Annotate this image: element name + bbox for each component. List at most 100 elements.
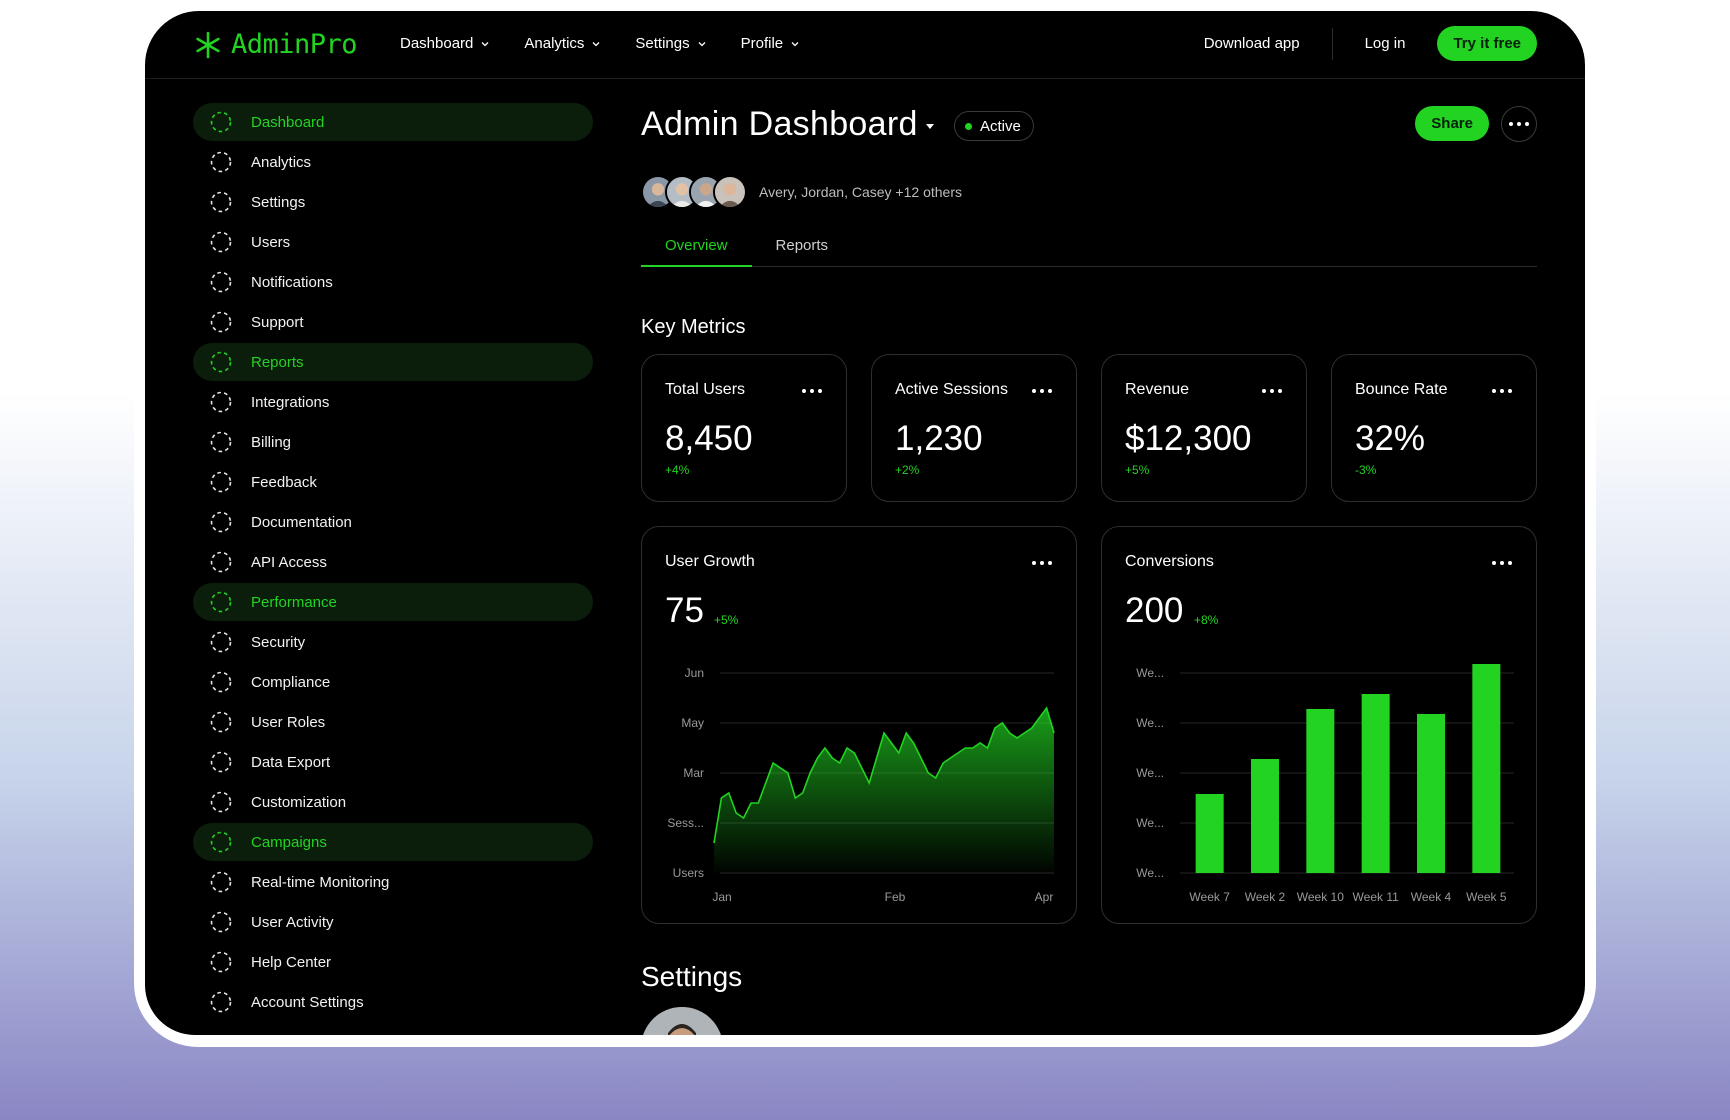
more-horizontal-icon[interactable] (1492, 389, 1512, 393)
tab-reports[interactable]: Reports (752, 227, 853, 267)
bar (1251, 759, 1279, 873)
more-horizontal-icon[interactable] (1492, 561, 1512, 565)
x-tick-label: Feb (885, 890, 906, 904)
nav-dashboard[interactable]: Dashboard (400, 35, 490, 52)
sidebar-item-integrations[interactable]: Integrations (193, 383, 593, 421)
metric-card-revenue[interactable]: Revenue $12,300 +5% (1101, 354, 1307, 502)
dashed-circle-icon (210, 431, 232, 453)
metric-value: $12,300 (1125, 419, 1252, 458)
metric-card-active-sessions[interactable]: Active Sessions 1,230 +2% (871, 354, 1077, 502)
nav-profile[interactable]: Profile (741, 35, 801, 52)
sidebar-item-analytics[interactable]: Analytics (193, 143, 593, 181)
share-button[interactable]: Share (1415, 106, 1489, 141)
sidebar-item-compliance[interactable]: Compliance (193, 663, 593, 701)
y-tick-label: Users (673, 866, 704, 880)
nav-analytics[interactable]: Analytics (524, 35, 601, 52)
sidebar-item-label: Support (251, 313, 304, 331)
sidebar-item-campaigns[interactable]: Campaigns (193, 823, 593, 861)
x-tick-label: Week 2 (1245, 890, 1286, 904)
try-free-button[interactable]: Try it free (1437, 26, 1537, 61)
sidebar-item-account-settings[interactable]: Account Settings (193, 983, 593, 1021)
nav-dashboard-label: Dashboard (400, 35, 474, 52)
sidebar-item-label: Compliance (251, 673, 331, 691)
app-screen: AdminPro Dashboard Analytics Settings Pr… (145, 11, 1585, 1035)
avatar[interactable] (641, 1007, 723, 1035)
x-tick-label: Week 11 (1353, 890, 1400, 904)
nav-divider (1331, 27, 1333, 60)
sidebar-item-reports[interactable]: Reports (193, 343, 593, 381)
brand-name: AdminPro (231, 29, 358, 60)
collaborators-text: Avery, Jordan, Casey +12 others (759, 184, 962, 200)
sidebar-item-notifications[interactable]: Notifications (193, 263, 593, 301)
metric-cards: Total Users 8,450 +4% Active Sessions 1,… (641, 354, 1537, 502)
more-horizontal-icon[interactable] (802, 389, 822, 393)
sidebar-item-label: Real-time Monitoring (251, 873, 390, 891)
sidebar-item-support[interactable]: Support (193, 303, 593, 341)
dashed-circle-icon (210, 391, 232, 413)
tab-overview[interactable]: Overview (641, 227, 752, 267)
sidebar-item-real-time-monitoring[interactable]: Real-time Monitoring (193, 863, 593, 901)
sidebar-item-billing[interactable]: Billing (193, 423, 593, 461)
y-tick-label: We... (1136, 766, 1164, 780)
metric-card-total-users[interactable]: Total Users 8,450 +4% (641, 354, 847, 502)
dashed-circle-icon (210, 111, 232, 133)
sidebar-item-feedback[interactable]: Feedback (193, 463, 593, 501)
dashed-circle-icon (210, 551, 232, 573)
conversions-chart: We... We... We... We... We... Week 7 Week 2 Wee… (1136, 664, 1514, 904)
dashed-circle-icon (210, 951, 232, 973)
sidebar-item-customization[interactable]: Customization (193, 783, 593, 821)
sidebar-item-settings[interactable]: Settings (193, 183, 593, 221)
chart-delta: +5% (714, 613, 739, 627)
sidebar-item-api-access[interactable]: API Access (193, 543, 593, 581)
title-row: Admin Dashboard Active Share (641, 91, 1537, 147)
more-horizontal-icon[interactable] (1032, 389, 1052, 393)
more-horizontal-icon[interactable] (1262, 389, 1282, 393)
caret-down-icon[interactable] (924, 121, 936, 131)
y-tick-label: We... (1136, 666, 1164, 680)
sidebar-item-documentation[interactable]: Documentation (193, 503, 593, 541)
nav-analytics-label: Analytics (524, 35, 585, 52)
nav-settings[interactable]: Settings (635, 35, 706, 52)
nav-actions: Download app Log in Try it free (1204, 26, 1537, 61)
more-horizontal-icon[interactable] (1032, 561, 1052, 565)
sidebar-item-label: API Access (251, 553, 327, 571)
login-link[interactable]: Log in (1365, 35, 1406, 52)
chart-title: User Growth (665, 553, 755, 570)
sidebar-item-help-center[interactable]: Help Center (193, 943, 593, 981)
x-tick-label: Week 4 (1411, 890, 1452, 904)
status-dot-icon (965, 122, 972, 130)
sidebar-item-label: Security (251, 633, 306, 651)
dashed-circle-icon (210, 271, 232, 293)
sidebar-item-label: User Roles (251, 713, 326, 731)
key-metrics-title: Key Metrics (641, 316, 746, 338)
sidebar-item-label: Customization (251, 793, 347, 811)
download-app-link[interactable]: Download app (1204, 35, 1300, 52)
sidebar-item-users[interactable]: Users (193, 223, 593, 261)
sidebar-item-dashboard[interactable]: Dashboard (193, 103, 593, 141)
user-growth-card: Users Sess... Mar May Jun Jan Feb Apr User Grow… (641, 526, 1077, 924)
sidebar-item-data-export[interactable]: Data Export (193, 743, 593, 781)
dashed-circle-icon (210, 711, 232, 733)
main-content: Admin Dashboard Active Share Avery, Jord… (641, 91, 1537, 1035)
chevron-down-icon (791, 41, 799, 46)
collaborators[interactable]: Avery, Jordan, Casey +12 others (641, 175, 962, 209)
x-tick-label: Week 10 (1297, 890, 1344, 904)
chart-cards: Users Sess... Mar May Jun Jan Feb Apr User Grow… (641, 526, 1537, 924)
y-tick-label: May (681, 716, 704, 730)
more-options-button[interactable] (1501, 106, 1537, 142)
chart-value: 75 (665, 591, 704, 630)
brand[interactable]: AdminPro (193, 29, 358, 60)
dashed-circle-icon (210, 791, 232, 813)
sidebar-item-performance[interactable]: Performance (193, 583, 593, 621)
sidebar-item-user-activity[interactable]: User Activity (193, 903, 593, 941)
sidebar-item-label: Reports (251, 353, 304, 371)
sidebar-item-label: Documentation (251, 513, 352, 531)
metric-card-bounce-rate[interactable]: Bounce Rate 32% -3% (1331, 354, 1537, 502)
y-tick-label: Jun (685, 666, 704, 680)
metric-value: 1,230 (895, 419, 983, 458)
sidebar-item-label: User Activity (251, 913, 334, 931)
page-title: Admin Dashboard (641, 105, 918, 143)
nav-settings-label: Settings (635, 35, 690, 52)
sidebar-item-security[interactable]: Security (193, 623, 593, 661)
sidebar-item-user-roles[interactable]: User Roles (193, 703, 593, 741)
